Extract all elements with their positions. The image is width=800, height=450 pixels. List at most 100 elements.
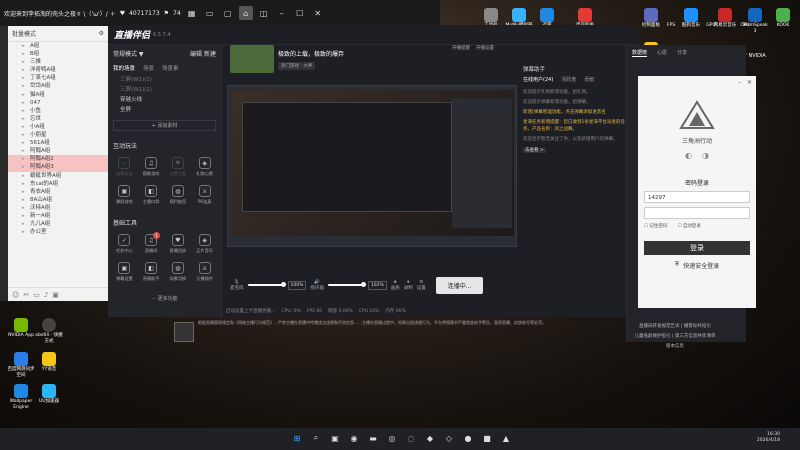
- start-icon[interactable]: ⊞: [290, 431, 304, 445]
- interact-item[interactable]: ◧ 主播口袋: [139, 185, 164, 211]
- settings-control[interactable]: ⚙ 设置: [417, 280, 426, 291]
- interact-item[interactable]: ◍ 福利抽签: [166, 185, 191, 211]
- group-list-item[interactable]: A组: [8, 42, 108, 50]
- add-source-button[interactable]: + 添加素材: [113, 120, 216, 131]
- group-list-item[interactable]: 九儿A组: [8, 220, 108, 228]
- group-list-item[interactable]: 猫A组: [8, 91, 108, 99]
- image-icon[interactable]: ▣: [52, 291, 59, 299]
- interact-item[interactable]: ♫ 猜歌游戏: [139, 157, 164, 183]
- tools-item[interactable]: ▣ 弹幕设置: [112, 262, 137, 288]
- group-list-item[interactable]: 小A组: [8, 123, 108, 131]
- qq-login-icon[interactable]: ◐: [685, 151, 692, 160]
- tools-item[interactable]: ◧ 直播助手: [139, 262, 164, 288]
- tools-item[interactable]: ◍ 场景切换: [166, 262, 191, 288]
- group-list-item[interactable]: 阿瓢A组3: [8, 163, 108, 172]
- tab-activity[interactable]: 活跃度: [561, 76, 576, 83]
- steam-icon[interactable]: ◎: [385, 431, 399, 445]
- group-list-item[interactable]: 蜻蜓世界A组: [8, 172, 108, 180]
- login-button[interactable]: 登录: [644, 241, 750, 255]
- group-list-item[interactable]: 三推: [8, 58, 108, 66]
- interact-item[interactable]: ✓ 投票玩法: [112, 157, 137, 183]
- auto-login-checkbox[interactable]: ☐ 自动登录: [677, 223, 700, 229]
- desktop-icon-uu[interactable]: UU加速器: [34, 384, 64, 405]
- app-icon[interactable]: ◆: [423, 431, 437, 445]
- search-icon[interactable]: ⌕: [309, 431, 323, 445]
- interact-item[interactable]: ▣ 弹屏游戏: [112, 185, 137, 211]
- tools-item[interactable]: ♥ 直播回放: [166, 234, 191, 260]
- wechat-icon[interactable]: ◌: [404, 431, 418, 445]
- taskview-icon[interactable]: ▣: [328, 431, 342, 445]
- group-list-item[interactable]: 沃特A组: [8, 204, 108, 212]
- more-features-link[interactable]: ··· 更多功能: [108, 295, 221, 302]
- group-list-item[interactable]: 忘世: [8, 115, 108, 123]
- emoji-icon[interactable]: ☺: [12, 291, 19, 299]
- mic-volume-value[interactable]: 100%: [287, 280, 307, 290]
- group-list-item[interactable]: 岱岱A组: [8, 82, 108, 90]
- password-field[interactable]: [644, 207, 750, 219]
- scissors-icon[interactable]: ✂: [23, 291, 29, 299]
- mic-volume-slider[interactable]: [247, 282, 286, 287]
- clock[interactable]: 16:30 2026/4/18: [757, 432, 780, 444]
- remember-password-checkbox[interactable]: ☐ 记住密码: [644, 223, 667, 229]
- speaker-volume-slider[interactable]: [327, 282, 366, 287]
- group-list-item[interactable]: 办公室: [8, 228, 108, 236]
- tools-item[interactable]: ✓ 任务中心: [112, 234, 137, 260]
- desktop-icon-kook[interactable]: KOOK: [768, 8, 798, 29]
- quality-control[interactable]: ◈ 画质: [391, 280, 400, 291]
- live-settings-button[interactable]: 开播设置: [476, 45, 494, 51]
- desktop-icon-baidu-netdisk[interactable]: 百度网盘同步空间: [6, 352, 36, 379]
- mic-control[interactable]: 🎙 麦克风: [230, 280, 244, 291]
- window-icon[interactable]: ◫: [257, 6, 271, 20]
- speaker-volume-value[interactable]: 102%: [367, 280, 387, 290]
- tab-wish[interactable]: 心愿: [657, 49, 667, 57]
- camera-icon[interactable]: ▭: [203, 6, 217, 20]
- group-list-item[interactable]: 阿瓢A组2: [8, 155, 108, 164]
- stream-preview[interactable]: [227, 85, 517, 247]
- interact-item[interactable]: ♥ 点赞之星: [166, 157, 191, 183]
- safe-login-link[interactable]: ⛨ 快速安全登录: [638, 261, 756, 270]
- group-list-item[interactable]: 小朋星: [8, 131, 108, 139]
- tab-data[interactable]: 数据榜: [632, 49, 648, 57]
- group-list-item[interactable]: 561A组: [8, 139, 108, 147]
- speaker-control[interactable]: 🔊 扬声器: [310, 280, 324, 291]
- mic-icon[interactable]: ♪: [44, 291, 48, 299]
- group-list-item[interactable]: 8A山A组: [8, 196, 108, 204]
- new-button[interactable]: 新建: [204, 51, 216, 58]
- interact-item[interactable]: ⚔ PK连麦: [192, 185, 217, 211]
- edit-button[interactable]: 编辑: [190, 51, 202, 58]
- group-list-item[interactable]: 东cal的A组: [8, 180, 108, 188]
- grid-icon[interactable]: ▦: [185, 6, 199, 20]
- desktop-icon-yy[interactable]: YY语音: [34, 352, 64, 373]
- stream-cover[interactable]: [230, 45, 274, 73]
- group-list-item[interactable]: B组: [8, 50, 108, 58]
- scene-item[interactable]: 三屏(W1)(2): [108, 84, 221, 94]
- group-list-item[interactable]: 青衣A组: [8, 188, 108, 196]
- desktop-icon-teamspeak[interactable]: TeamSpeak 3: [740, 8, 770, 35]
- group-list-item[interactable]: 047: [8, 99, 108, 107]
- tab-scene[interactable]: 场景: [143, 64, 154, 72]
- group-list-item[interactable]: 丁某七A组: [8, 74, 108, 82]
- group-list-item[interactable]: 新一A组: [8, 212, 108, 220]
- tab-contribution[interactable]: 贡献: [584, 76, 594, 83]
- tools-item[interactable]: ♫ 1 直播间: [139, 232, 164, 260]
- app-icon[interactable]: ●: [461, 431, 475, 445]
- tools-item[interactable]: ◈ 正片音乐: [192, 234, 217, 260]
- wechat-login-icon[interactable]: ◑: [702, 151, 709, 160]
- scene-item[interactable]: 三屏(W1)(2): [108, 74, 221, 84]
- live-status-button[interactable]: 连播中...: [435, 276, 484, 294]
- group-list-item[interactable]: 阿瓢A组: [8, 147, 108, 155]
- tab-my-scenes[interactable]: 我的场景: [113, 64, 135, 72]
- interact-item[interactable]: ◈ 礼物心愿: [192, 157, 217, 183]
- close-icon[interactable]: ✕: [747, 79, 752, 86]
- notice-link[interactable]: 版本信息: [600, 342, 750, 352]
- home-icon[interactable]: ⌂: [238, 6, 253, 20]
- tools-item[interactable]: ⚔ 万播插件: [192, 262, 217, 288]
- explorer-icon[interactable]: ▬: [366, 431, 380, 445]
- tab-share[interactable]: 分享: [677, 49, 687, 57]
- stream-title[interactable]: 极致的上载，极致的爆弃: [278, 49, 344, 58]
- minimize-icon[interactable]: –: [275, 6, 289, 20]
- desktop-icon-nvidia-app[interactable]: NVIDIA App: [6, 318, 36, 339]
- close-icon[interactable]: ✕: [311, 6, 325, 20]
- screen-icon[interactable]: ▢: [221, 6, 235, 20]
- live-reminder-button[interactable]: 开播提醒: [452, 45, 470, 51]
